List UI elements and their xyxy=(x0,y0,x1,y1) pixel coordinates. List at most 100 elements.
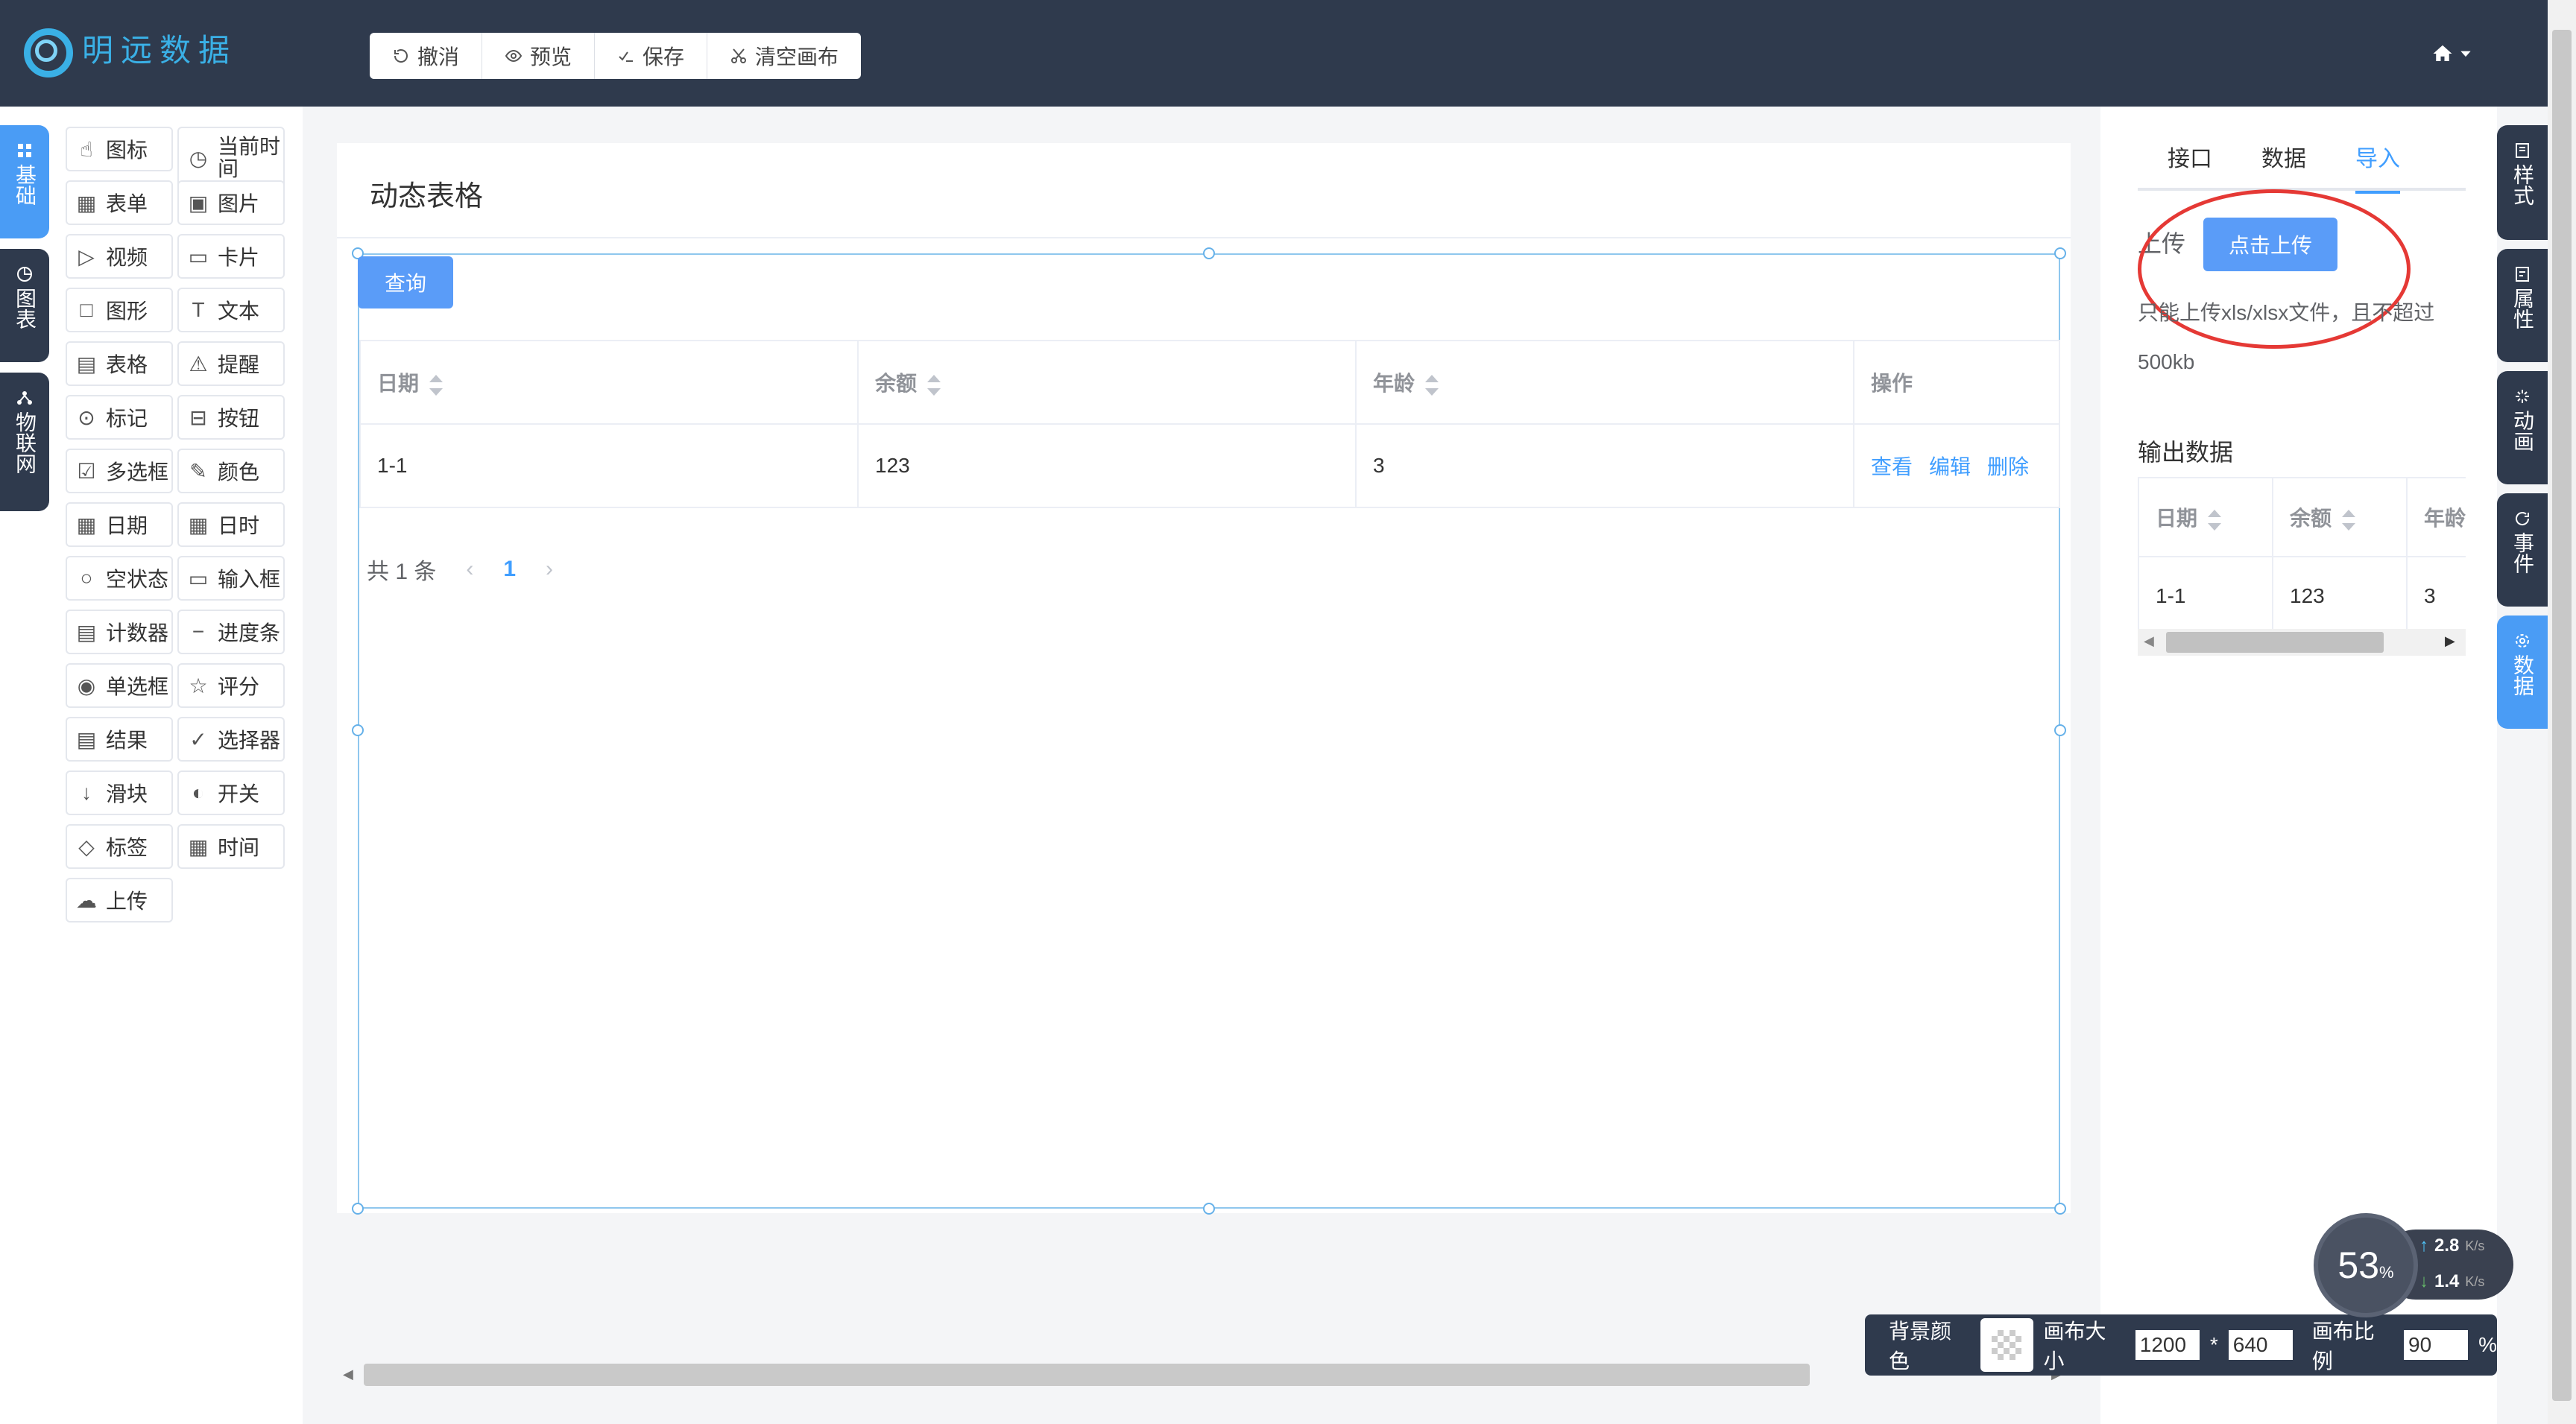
column-header-balance[interactable]: 余额 xyxy=(2272,477,2408,557)
tab-style[interactable]: 样式 xyxy=(2497,125,2548,240)
component-item[interactable]: ☁ 上传 xyxy=(66,878,173,923)
tab-interface[interactable]: 接口 xyxy=(2168,142,2212,191)
tab-events[interactable]: 事件 xyxy=(2497,493,2548,607)
sort-icon[interactable] xyxy=(429,374,443,396)
component-item[interactable]: ↓ 滑块 xyxy=(66,770,173,815)
component-item[interactable]: ▦ 表单 xyxy=(66,180,173,225)
component-item[interactable]: T 文本 xyxy=(177,288,285,332)
component-item[interactable]: ◐ 开关 xyxy=(177,770,285,815)
save-button[interactable]: 保存 xyxy=(595,33,708,79)
component-item[interactable]: ▤ 计数器 xyxy=(66,610,173,654)
grid-icon xyxy=(18,144,31,157)
component-label: 计数器 xyxy=(106,621,169,645)
page-number-current[interactable]: 1 xyxy=(503,557,516,582)
home-icon xyxy=(2433,45,2452,61)
scroll-left-icon[interactable]: ◀ xyxy=(2144,633,2154,649)
component-item[interactable]: ▦ 时间 xyxy=(177,824,285,869)
sort-icon[interactable] xyxy=(2342,509,2356,531)
component-item[interactable]: ⊟ 按钮 xyxy=(177,395,285,440)
scrollbar-thumb[interactable] xyxy=(364,1364,1810,1386)
cpu-usage-value: 53 xyxy=(2337,1244,2380,1286)
component-item[interactable]: ✎ 颜色 xyxy=(177,449,285,493)
tab-charts-label: 图表 xyxy=(13,288,37,329)
component-label: 日期 xyxy=(106,514,148,537)
text-icon: T xyxy=(192,298,205,321)
component-item[interactable]: ▭ 卡片 xyxy=(177,234,285,279)
canvas-width-input[interactable]: 1200 xyxy=(2135,1330,2200,1360)
tab-animation[interactable]: 动画 xyxy=(2497,371,2548,484)
component-item[interactable]: ⚠ 提醒 xyxy=(177,341,285,386)
resize-handle[interactable] xyxy=(1203,1203,1215,1215)
component-item[interactable]: ○ 空状态 xyxy=(66,556,173,601)
tab-basic[interactable]: 基础 xyxy=(0,125,49,238)
next-page-icon[interactable]: › xyxy=(546,557,553,582)
component-item[interactable]: ▦ 日时 xyxy=(177,502,285,547)
resize-handle[interactable] xyxy=(2054,724,2066,736)
column-header-date[interactable]: 日期 xyxy=(2138,477,2273,557)
canvas-height-input[interactable]: 640 xyxy=(2228,1330,2293,1360)
clear-canvas-button[interactable]: 清空画布 xyxy=(707,33,861,79)
background-color-picker[interactable] xyxy=(1980,1318,2033,1372)
sort-icon[interactable] xyxy=(927,374,941,396)
component-label: 上传 xyxy=(106,890,148,913)
column-header-date[interactable]: 日期 xyxy=(359,340,859,425)
resize-handle[interactable] xyxy=(352,724,364,736)
transparent-swatch-icon xyxy=(1992,1330,2022,1360)
component-item[interactable]: ◉ 单选框 xyxy=(66,663,173,708)
resize-handle[interactable] xyxy=(1203,247,1215,259)
component-item[interactable]: ▭ 输入框 xyxy=(177,556,285,601)
component-item[interactable]: ▤ 结果 xyxy=(66,717,173,762)
component-item[interactable]: ◇ 标签 xyxy=(66,824,173,869)
column-header-label: 余额 xyxy=(2290,507,2332,530)
component-item[interactable]: ⊙ 标记 xyxy=(66,395,173,440)
resize-handle[interactable] xyxy=(352,1203,364,1215)
component-item[interactable]: ▷ 视频 xyxy=(66,234,173,279)
column-header-label: 操作 xyxy=(1871,372,1913,395)
query-button[interactable]: 查询 xyxy=(358,256,453,308)
component-item[interactable]: □ 图形 xyxy=(66,288,173,332)
sort-icon[interactable] xyxy=(2208,509,2222,531)
component-label: 空状态 xyxy=(106,568,169,591)
canvas-ratio-input[interactable]: 90 xyxy=(2404,1330,2469,1360)
component-item[interactable]: ☑ 多选框 xyxy=(66,449,173,493)
undo-button[interactable]: 撤消 xyxy=(370,33,483,79)
scrollbar-thumb[interactable] xyxy=(2166,632,2384,653)
scrollbar-thumb[interactable] xyxy=(2552,30,2572,1401)
form-icon: ▦ xyxy=(76,191,97,215)
cpu-usage-gauge[interactable]: 53% xyxy=(2314,1213,2418,1317)
home-menu[interactable] xyxy=(2431,37,2473,70)
view-link[interactable]: 查看 xyxy=(1871,455,1913,478)
card-title: 动态表格 xyxy=(370,181,484,212)
component-label: 评分 xyxy=(218,675,260,698)
component-item[interactable]: ✓ 选择器 xyxy=(177,717,285,762)
component-item[interactable]: ▣ 图片 xyxy=(177,180,285,225)
tab-charts[interactable]: 图表 xyxy=(0,249,49,362)
resize-handle[interactable] xyxy=(2054,247,2066,259)
component-item[interactable]: − 进度条 xyxy=(177,610,285,654)
sort-icon[interactable] xyxy=(1425,374,1439,396)
properties-icon xyxy=(2516,267,2529,282)
column-header-age[interactable]: 年龄 xyxy=(2406,477,2466,557)
scroll-left-icon[interactable]: ◀ xyxy=(343,1367,353,1382)
delete-link[interactable]: 删除 xyxy=(1987,455,2029,478)
column-header-balance[interactable]: 余额 xyxy=(857,340,1357,425)
scroll-right-icon[interactable]: ▶ xyxy=(2445,633,2455,649)
component-item[interactable]: ▦ 日期 xyxy=(66,502,173,547)
empty-icon: ○ xyxy=(80,566,93,589)
preview-button[interactable]: 预览 xyxy=(482,33,596,79)
component-item[interactable]: ▤ 表格 xyxy=(66,341,173,386)
tab-data[interactable]: 数据 xyxy=(2261,142,2306,191)
tab-import[interactable]: 导入 xyxy=(2355,142,2400,194)
resize-handle[interactable] xyxy=(2054,1203,2066,1215)
component-item[interactable]: ☆ 评分 xyxy=(177,663,285,708)
component-item[interactable]: ☝ 图标 xyxy=(66,127,173,171)
component-label: 提醒 xyxy=(218,353,260,376)
prev-page-icon[interactable]: ‹ xyxy=(466,557,473,582)
tab-iot[interactable]: 物联网 xyxy=(0,373,49,511)
preview-label: 预览 xyxy=(530,45,572,69)
tab-properties[interactable]: 属性 xyxy=(2497,249,2548,362)
edit-link[interactable]: 编辑 xyxy=(1929,455,1971,478)
tab-data-settings[interactable]: 数据 xyxy=(2497,616,2548,729)
column-header-age[interactable]: 年龄 xyxy=(1355,340,1854,425)
style-icon xyxy=(2516,143,2529,158)
